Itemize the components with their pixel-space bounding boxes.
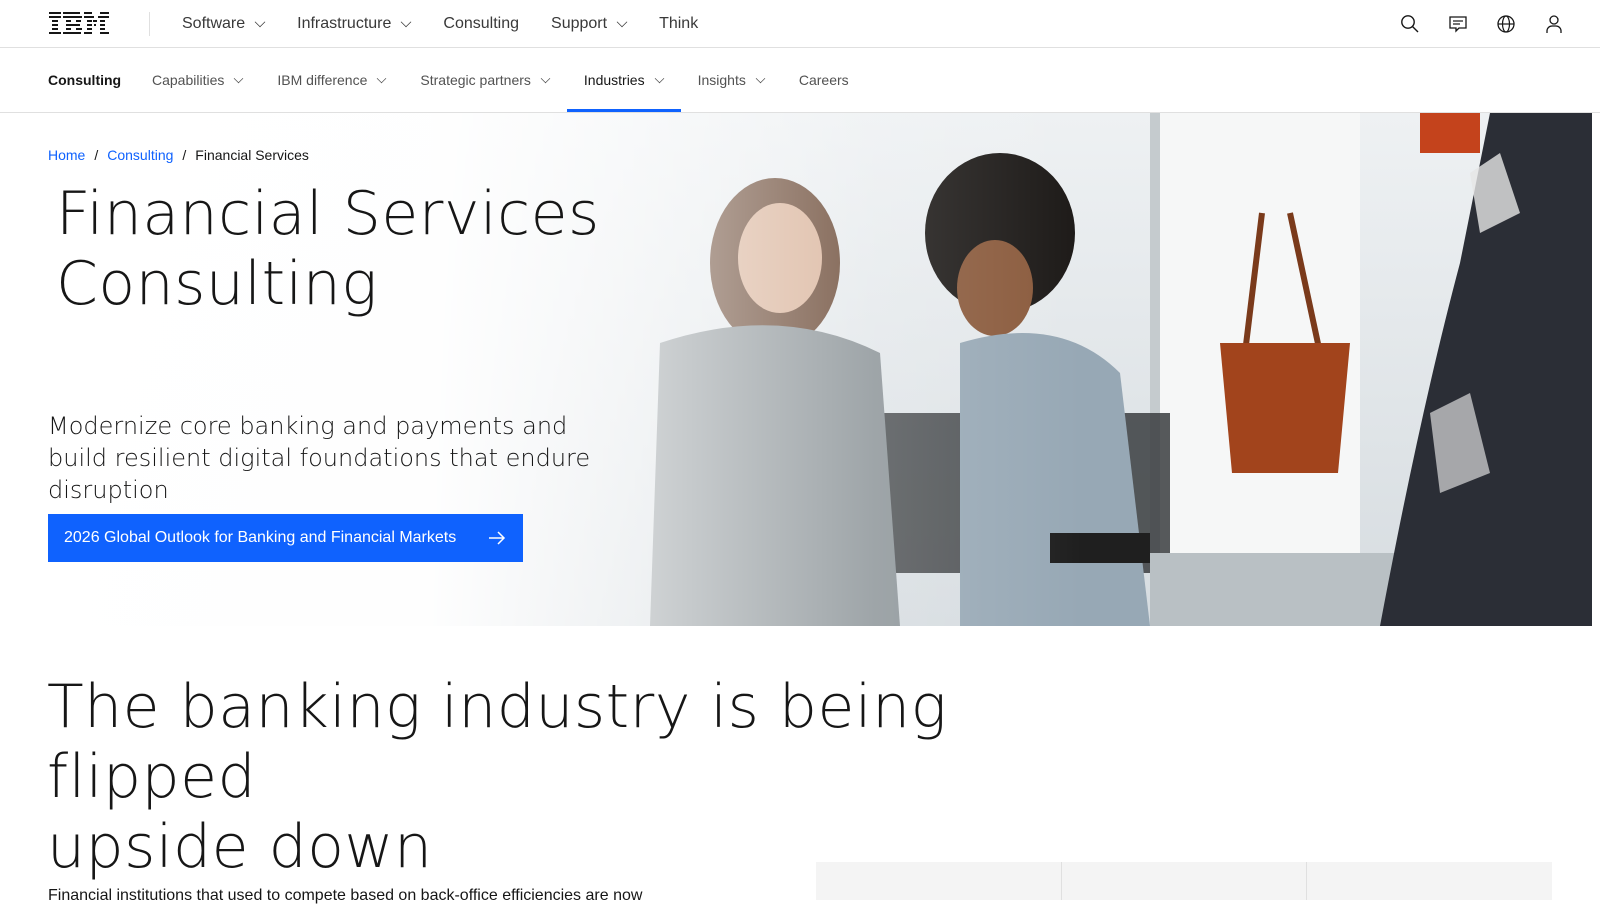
top-nav-label: Software [182,14,246,32]
stat-cards [816,862,1552,900]
consulting-subnav: Consulting Capabilities IBM difference S… [0,48,1600,113]
top-nav-label: Consulting [443,14,520,32]
top-nav-support[interactable]: Support [551,14,628,33]
chevron-down-icon [234,73,244,83]
subnav-industries[interactable]: Industries [566,48,681,112]
top-nav-label: Support [551,14,608,32]
subnav-label: Careers [798,72,849,88]
breadcrumb-consulting[interactable]: Consulting [107,147,173,163]
outlook-cta-button[interactable]: 2026 Global Outlook for Banking and Fina… [48,514,523,562]
ibm-logo-icon [49,12,109,34]
chevron-down-icon [616,16,628,27]
top-nav-infrastructure[interactable]: Infrastructure [297,14,412,33]
breadcrumb-home[interactable]: Home [48,147,85,163]
arrow-right-icon [489,531,506,545]
stat-card [816,862,1062,900]
contact-button[interactable] [1434,0,1482,47]
page-title-line2: Consulting [56,249,378,319]
page-title-line1: Financial Services [56,179,600,249]
page-title: Financial Services Consulting [56,179,656,319]
locale-button[interactable] [1482,0,1530,47]
profile-button[interactable] [1530,0,1578,47]
section-title-line1: The banking industry is being flipped [47,672,948,812]
section-title-line2: upside down [47,812,433,882]
hero: Home / Consulting / Financial Services F… [0,113,1592,626]
chevron-down-icon [654,73,664,83]
subnav-strategic-partners[interactable]: Strategic partners [403,48,567,112]
top-nav-label: Infrastructure [297,14,392,32]
subnav-label: Strategic partners [420,72,531,88]
search-button[interactable] [1386,0,1434,47]
subnav-insights[interactable]: Insights [681,48,782,112]
globe-icon [1497,14,1515,33]
masthead-actions [1386,0,1578,47]
top-nav-think[interactable]: Think [659,15,698,33]
masthead: Software Infrastructure Consulting Suppo… [0,0,1600,48]
hero-subtitle: Modernize core banking and payments and … [48,412,591,504]
stat-card [1307,862,1552,900]
section-title: The banking industry is being flipped up… [47,672,1107,882]
subnav-ibm-difference[interactable]: IBM difference [260,48,403,112]
logo-divider [149,12,150,36]
section-body: Financial institutions that used to comp… [48,887,643,904]
chevron-down-icon [540,73,551,83]
subnav-careers[interactable]: Careers [782,48,866,112]
subnav-brand[interactable]: Consulting [48,48,121,112]
cta-label: 2026 Global Outlook for Banking and Fina… [64,529,457,546]
chevron-down-icon [401,16,412,27]
subnav-capabilities[interactable]: Capabilities [135,48,260,112]
chevron-down-icon [254,16,266,27]
user-icon [1546,14,1562,33]
breadcrumb-current: Financial Services [195,147,309,163]
breadcrumb: Home / Consulting / Financial Services [48,147,309,163]
subnav-label: IBM difference [277,72,368,88]
top-nav-label: Think [659,14,699,32]
subnav-label: Insights [697,72,746,88]
chat-icon [1449,15,1467,33]
top-nav: Software Infrastructure Consulting Suppo… [182,0,730,47]
top-nav-software[interactable]: Software [182,14,266,33]
subnav-label: Industries [583,72,645,88]
breadcrumb-separator: / [94,147,99,163]
breadcrumb-separator: / [182,147,187,163]
ibm-logo[interactable] [49,12,109,36]
top-nav-consulting[interactable]: Consulting [443,15,519,33]
subnav-links: Capabilities IBM difference Strategic pa… [135,48,866,112]
subnav-label: Capabilities [152,72,225,88]
chevron-down-icon [755,73,766,83]
chevron-down-icon [377,73,387,83]
stat-card [1062,862,1308,900]
search-icon [1401,14,1419,32]
